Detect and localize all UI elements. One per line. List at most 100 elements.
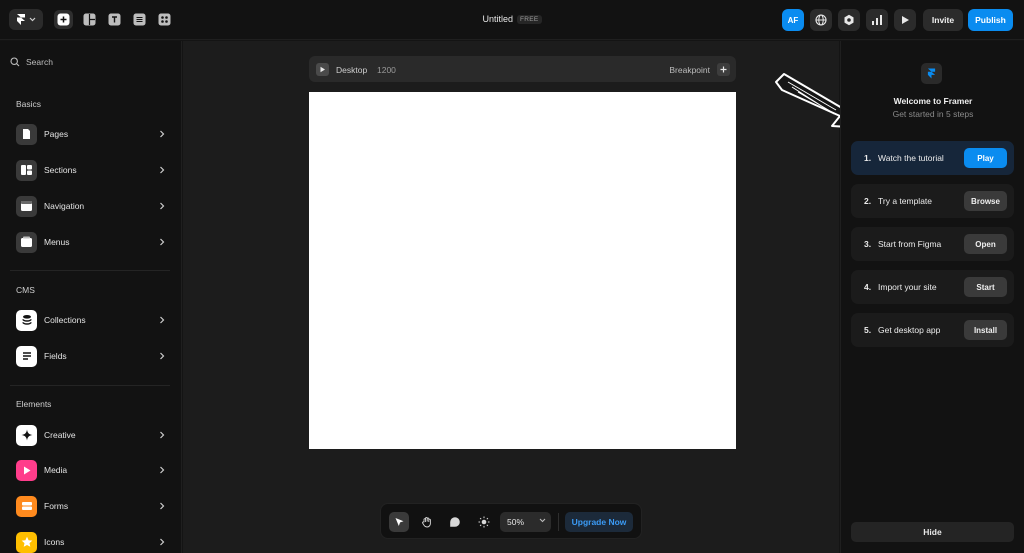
sparkle-icon [16, 424, 37, 446]
search-icon [10, 57, 20, 67]
site-settings-button[interactable] [810, 9, 832, 31]
sidebar-item-creative[interactable]: Creative [16, 424, 166, 446]
sidebar-item-label: Fields [44, 351, 67, 361]
forms-icon [16, 495, 37, 517]
sidebar-item-label: Sections [44, 165, 77, 175]
upgrade-button[interactable]: Upgrade Now [565, 512, 633, 532]
sidebar-item-label: Menus [44, 237, 70, 247]
comment-tool-button[interactable] [445, 512, 465, 532]
frame-header[interactable]: Desktop 1200 Breakpoint [309, 56, 736, 82]
step-watch-tutorial[interactable]: 1. Watch the tutorial Play [851, 141, 1014, 175]
star-icon [16, 531, 37, 553]
open-figma-button[interactable]: Open [964, 234, 1007, 254]
globe-icon [815, 14, 827, 26]
step-number: 2. [864, 196, 872, 206]
section-label-elements: Elements [16, 399, 52, 409]
theme-toggle-button[interactable] [474, 512, 494, 532]
invite-button[interactable]: Invite [923, 9, 963, 31]
chevron-right-icon [160, 130, 165, 138]
step-number: 4. [864, 282, 872, 292]
zoom-select[interactable]: 50% [500, 512, 551, 532]
sidebar-item-forms[interactable]: Forms [16, 495, 166, 517]
page-icon [16, 123, 37, 145]
analytics-button[interactable] [866, 9, 888, 31]
chevron-right-icon [160, 352, 165, 360]
sidebar-item-label: Forms [44, 501, 69, 511]
navigation-icon [16, 195, 37, 217]
section-label-basics: Basics [16, 99, 42, 109]
sections-icon [16, 159, 37, 181]
chevron-right-icon [160, 166, 165, 174]
fields-icon [16, 345, 37, 367]
zoom-value: 50% [507, 517, 525, 527]
sidebar-item-navigation[interactable]: Navigation [16, 195, 166, 217]
sidebar-item-label: Collections [44, 315, 86, 325]
avatar[interactable]: AF [782, 9, 804, 31]
step-number: 3. [864, 239, 872, 249]
select-tool-button[interactable] [389, 512, 409, 532]
settings-button[interactable] [838, 9, 860, 31]
start-import-button[interactable]: Start [964, 277, 1007, 297]
chevron-right-icon [160, 466, 165, 474]
step-number: 1. [864, 153, 872, 163]
step-import-site[interactable]: 4. Import your site Start [851, 270, 1014, 304]
cursor-icon [395, 517, 403, 526]
play-tutorial-button[interactable]: Play [964, 148, 1007, 168]
insert-sidebar: Search Basics Pages Sections Navigation … [0, 41, 182, 553]
step-label: Start from Figma [878, 239, 942, 249]
frame-width: 1200 [377, 65, 396, 75]
sidebar-item-label: Navigation [44, 201, 85, 211]
hand-tool-button[interactable] [417, 512, 437, 532]
step-label: Import your site [878, 282, 937, 292]
browse-templates-button[interactable]: Browse [964, 191, 1007, 211]
section-divider [10, 270, 170, 271]
chevron-right-icon [160, 431, 165, 439]
play-icon [902, 16, 909, 24]
sidebar-item-icons[interactable]: Icons [16, 531, 166, 553]
play-icon [16, 459, 37, 481]
sidebar-item-media[interactable]: Media [16, 459, 166, 481]
step-label: Get desktop app [878, 325, 941, 335]
sidebar-item-fields[interactable]: Fields [16, 345, 166, 367]
chevron-right-icon [160, 538, 165, 546]
gear-icon [844, 14, 854, 26]
step-number: 5. [864, 325, 872, 335]
sidebar-item-sections[interactable]: Sections [16, 159, 166, 181]
bar-chart-icon [872, 15, 882, 25]
step-label: Try a template [878, 196, 933, 206]
play-icon [320, 66, 325, 73]
sidebar-item-label: Creative [44, 430, 76, 440]
search-field[interactable]: Search [10, 57, 53, 67]
step-label: Watch the tutorial [878, 153, 944, 163]
sun-icon [478, 516, 490, 528]
chevron-right-icon [160, 202, 165, 210]
step-try-template[interactable]: 2. Try a template Browse [851, 184, 1014, 218]
search-placeholder: Search [26, 57, 53, 67]
frame-preview-button[interactable] [316, 63, 329, 76]
chevron-right-icon [160, 316, 165, 324]
step-start-from-figma[interactable]: 3. Start from Figma Open [851, 227, 1014, 261]
frame-name: Desktop [336, 65, 368, 75]
bottom-toolbar: 50% Upgrade Now [380, 503, 642, 539]
add-breakpoint-button[interactable] [717, 63, 730, 76]
canvas[interactable]: Desktop 1200 Breakpoint 50% Upgrade Now [183, 41, 839, 553]
hide-button[interactable]: Hide [851, 522, 1014, 542]
desktop-frame[interactable] [309, 92, 736, 449]
install-app-button[interactable]: Install [964, 320, 1007, 340]
sidebar-item-label: Pages [44, 129, 69, 139]
database-icon [16, 309, 37, 331]
sidebar-item-pages[interactable]: Pages [16, 123, 166, 145]
sidebar-item-label: Icons [44, 537, 65, 547]
comment-icon [450, 517, 460, 527]
welcome-subtitle: Get started in 5 steps [892, 109, 974, 119]
framer-logo-icon [921, 63, 942, 84]
hand-icon [422, 516, 431, 528]
sidebar-item-collections[interactable]: Collections [16, 309, 166, 331]
publish-button[interactable]: Publish [968, 9, 1013, 31]
step-get-desktop-app[interactable]: 5. Get desktop app Install [851, 313, 1014, 347]
toolbar-divider [558, 513, 559, 531]
plan-badge: FREE [516, 15, 542, 24]
preview-button[interactable] [894, 9, 916, 31]
welcome-panel: Welcome to Framer Get started in 5 steps… [840, 41, 1024, 553]
sidebar-item-menus[interactable]: Menus [16, 231, 166, 253]
